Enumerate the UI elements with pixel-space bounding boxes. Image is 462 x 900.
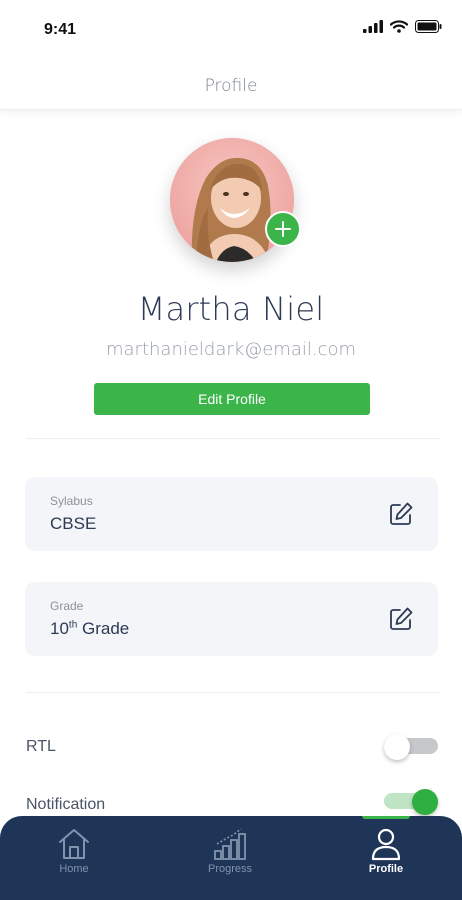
profile-name: Martha Niel (137, 290, 325, 328)
wifi-icon (390, 20, 408, 33)
add-photo-button[interactable] (265, 211, 301, 247)
notification-toggle[interactable] (384, 789, 438, 815)
notification-label: Notification (26, 796, 106, 813)
nav-item-home[interactable]: Home (14, 816, 134, 900)
nav-label-profile: Profile (368, 863, 404, 875)
status-icons (363, 20, 442, 33)
edit-profile-button[interactable]: Edit Profile (94, 383, 370, 415)
battery-icon (415, 20, 442, 33)
user-icon (371, 828, 401, 861)
cellular-signal-icon (363, 20, 383, 33)
nav-item-profile[interactable]: Profile (326, 816, 446, 900)
plus-icon (275, 221, 291, 237)
page-title: Profile (204, 76, 258, 96)
edit-icon (390, 607, 413, 630)
grade-value: 10th Grade (50, 619, 129, 639)
grade-suffix: th (68, 619, 78, 631)
progress-chart-icon (214, 828, 246, 860)
syllabus-label: Sylabus (50, 494, 93, 508)
grade-label: Grade (50, 599, 84, 613)
syllabus-card: Sylabus CBSE (25, 477, 438, 551)
app-header: Profile (0, 60, 462, 110)
grade-text: Grade (77, 619, 130, 638)
grade-card: Grade 10th Grade (25, 582, 438, 656)
toggle-knob (412, 789, 438, 815)
syllabus-value: CBSE (50, 514, 97, 533)
grade-number: 10 (50, 619, 69, 638)
edit-syllabus-button[interactable] (388, 501, 414, 527)
home-icon (59, 829, 89, 859)
nav-label-home: Home (59, 863, 89, 875)
edit-grade-button[interactable] (388, 606, 414, 632)
rtl-toggle[interactable] (384, 734, 438, 760)
nav-label-progress: Progress (207, 863, 253, 875)
divider (26, 692, 440, 693)
avatar-container (170, 138, 301, 262)
edit-icon (390, 502, 413, 525)
status-bar: 9:41 (0, 0, 462, 60)
profile-email: marthanieldark@email.com (105, 339, 357, 360)
status-time: 9:41 (44, 21, 77, 38)
divider (26, 438, 440, 439)
rtl-label: RTL (26, 738, 56, 755)
nav-item-progress[interactable]: Progress (170, 816, 290, 900)
bottom-nav: Home Progress Profile (0, 816, 462, 900)
toggle-knob (384, 734, 410, 760)
